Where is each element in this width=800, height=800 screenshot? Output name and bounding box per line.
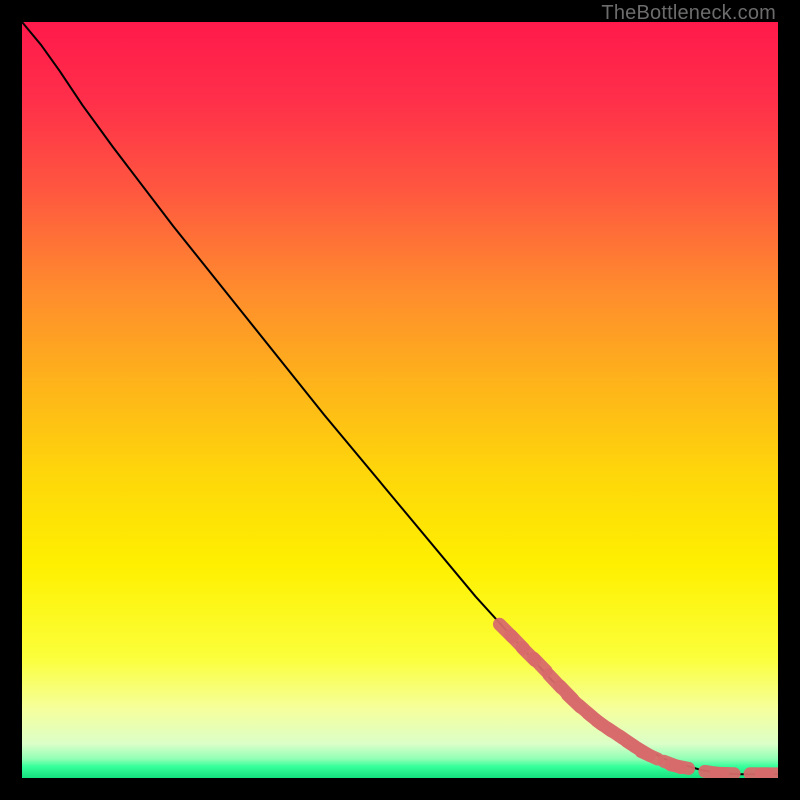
gradient-background (22, 22, 778, 778)
data-marker (671, 765, 689, 769)
chart-stage: TheBottleneck.com (0, 0, 800, 800)
data-marker (534, 658, 547, 671)
plot-area (22, 22, 778, 778)
chart-svg (22, 22, 778, 778)
data-marker (641, 752, 657, 759)
